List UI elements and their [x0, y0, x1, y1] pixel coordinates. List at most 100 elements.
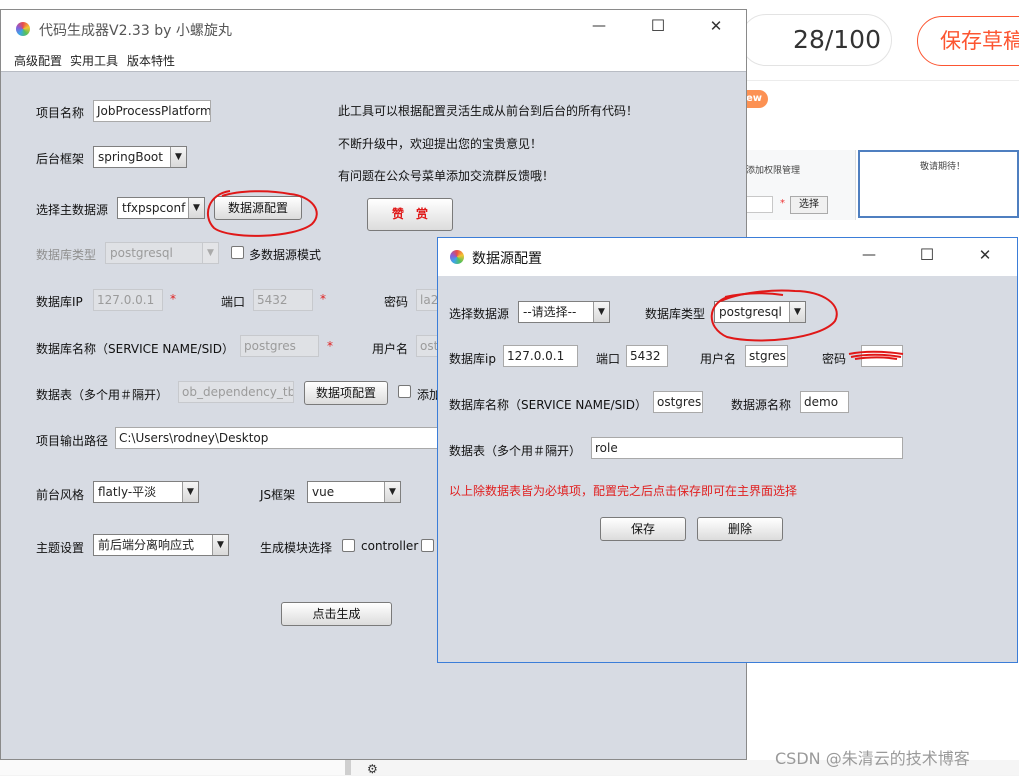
dialog-password-label: 密码	[822, 352, 847, 366]
save-button[interactable]: 保存	[600, 517, 686, 541]
dialog-db-name-label: 数据库名称（SERVICE NAME/SID）	[449, 398, 647, 412]
dialog-password-input[interactable]	[861, 345, 903, 367]
project-name-input[interactable]: JobProcessPlatform	[93, 100, 211, 122]
add-checkbox[interactable]	[398, 385, 411, 398]
menu-advanced[interactable]: 高级配置	[14, 52, 62, 69]
dialog-port-input[interactable]: 5432	[626, 345, 668, 367]
watermark: CSDN @朱清云的技术博客	[775, 749, 970, 768]
db-name-label: 数据库名称（SERVICE NAME/SID）	[36, 342, 234, 356]
theme-label: 主题设置	[36, 541, 85, 555]
db-type-label: 数据库类型	[36, 248, 97, 262]
dialog-db-ip-input[interactable]: 127.0.0.1	[503, 345, 578, 367]
main-datasource-label: 选择主数据源	[36, 203, 109, 217]
main-datasource-value: tfxpspconf	[122, 201, 186, 215]
select-datasource-select[interactable]: --请选择-- ▼	[518, 301, 610, 323]
generate-button[interactable]: 点击生成	[281, 602, 392, 626]
info-line-3: 有问题在公众号菜单添加交流群反馈哦！	[338, 169, 555, 183]
delete-button[interactable]: 删除	[697, 517, 783, 541]
table-config-button[interactable]: 数据项配置	[304, 381, 388, 405]
maximize-button[interactable]: ☐	[904, 245, 950, 264]
maximize-button[interactable]: ☐	[635, 16, 681, 35]
chevron-down-icon: ▼	[188, 198, 204, 218]
background-footer	[0, 760, 350, 775]
module-checkbox[interactable]	[421, 539, 434, 552]
datasource-dialog: 数据源配置 — ☐ ✕ 选择数据源 --请选择-- ▼ 数据库类型 postgr…	[437, 237, 1018, 663]
db-type-select: postgresql ▼	[105, 242, 219, 264]
required-note: 以上除数据表皆为必填项，配置完之后点击保存即可在主界面选择	[449, 484, 798, 498]
framework-select[interactable]: springBoot ▼	[93, 146, 187, 168]
project-name-label: 项目名称	[36, 106, 85, 120]
tables-label: 数据表（多个用＃隔开）	[36, 388, 169, 402]
chevron-down-icon: ▼	[789, 302, 805, 322]
word-counter: 28/100	[740, 14, 892, 66]
framework-select-value: springBoot	[98, 150, 163, 164]
info-line-1: 此工具可以根据配置灵活生成从前台到后台的所有代码！	[338, 104, 639, 118]
js-framework-select[interactable]: vue ▼	[307, 481, 401, 503]
tables-input: ob_dependency_tbl	[178, 381, 294, 403]
close-button[interactable]: ✕	[693, 17, 739, 35]
gear-icon[interactable]: ⚙	[367, 762, 378, 776]
controller-label: controller	[361, 539, 419, 553]
menu-separator	[1, 71, 746, 72]
js-framework-label: JS框架	[260, 488, 296, 502]
dialog-user-label: 用户名	[700, 352, 737, 366]
main-window-title: 代码生成器V2.33 by 小螺旋丸	[39, 23, 232, 39]
background-select-button[interactable]: 选择	[790, 196, 828, 214]
background-input[interactable]	[746, 196, 773, 213]
port-label: 端口	[221, 295, 246, 309]
output-path-input[interactable]: C:\Users\rodney\Desktop	[115, 427, 445, 449]
required-star: *	[320, 292, 326, 306]
user-label: 用户名	[372, 342, 409, 356]
style-select-value: flatly-平淡	[98, 485, 157, 499]
dialog-user-input[interactable]: stgres	[745, 345, 788, 367]
chevron-down-icon: ▼	[202, 243, 218, 263]
save-draft-button[interactable]: 保存草稿	[917, 16, 1019, 66]
app-icon	[450, 250, 464, 264]
menu-tools[interactable]: 实用工具	[70, 52, 118, 69]
dialog-db-type-label: 数据库类型	[645, 307, 706, 321]
theme-select-value: 前后端分离响应式	[98, 538, 195, 552]
menu-version[interactable]: 版本特性	[127, 52, 175, 69]
dialog-titlebar: 数据源配置 — ☐ ✕	[438, 238, 1017, 276]
port-input: 5432	[253, 289, 313, 311]
dialog-tables-label: 数据表（多个用＃隔开）	[449, 444, 582, 458]
word-counter-text: 28/100	[793, 25, 881, 54]
dialog-tables-input[interactable]: role	[591, 437, 903, 459]
select-datasource-value: --请选择--	[523, 305, 577, 319]
chevron-down-icon: ▼	[384, 482, 400, 502]
chevron-down-icon: ▼	[212, 535, 228, 555]
dialog-port-label: 端口	[596, 352, 621, 366]
new-badge: ew	[746, 90, 768, 108]
multi-datasource-checkbox[interactable]	[231, 246, 244, 259]
controller-checkbox[interactable]	[342, 539, 355, 552]
menu-bar: 高级配置 实用工具 版本特性	[1, 48, 746, 71]
close-button[interactable]: ✕	[962, 246, 1008, 264]
dialog-title: 数据源配置	[472, 251, 542, 267]
js-framework-value: vue	[312, 485, 335, 499]
dialog-db-type-value: postgresql	[719, 305, 782, 319]
select-datasource-label: 选择数据源	[449, 307, 510, 321]
main-datasource-select[interactable]: tfxpspconf ▼	[117, 197, 205, 219]
info-line-2: 不断升级中，欢迎提出您的宝贵意见！	[338, 137, 543, 151]
datasource-config-button[interactable]: 数据源配置	[214, 196, 302, 220]
dialog-db-ip-label: 数据库ip	[449, 352, 496, 366]
db-name-input: postgres	[240, 335, 319, 357]
divider	[746, 80, 1019, 81]
like-button[interactable]: 赞 赏	[367, 198, 453, 231]
style-select[interactable]: flatly-平淡 ▼	[93, 481, 199, 503]
required-star: *	[327, 339, 333, 353]
dialog-db-name-input[interactable]: ostgres	[653, 391, 703, 413]
dialog-db-type-select[interactable]: postgresql ▼	[714, 301, 806, 323]
permission-text: 添加权限管理	[746, 166, 801, 176]
dialog-ds-name-input[interactable]: demo	[800, 391, 849, 413]
minimize-button[interactable]: —	[576, 18, 622, 34]
main-titlebar: 代码生成器V2.33 by 小螺旋丸 — ☐ ✕	[1, 10, 746, 48]
db-ip-input: 127.0.0.1	[93, 289, 163, 311]
db-type-value: postgresql	[110, 246, 173, 260]
theme-select[interactable]: 前后端分离响应式 ▼	[93, 534, 229, 556]
db-ip-label: 数据库IP	[36, 295, 83, 309]
required-star: *	[780, 198, 785, 209]
chevron-down-icon: ▼	[593, 302, 609, 322]
minimize-button[interactable]: —	[846, 247, 892, 263]
output-path-label: 项目输出路径	[36, 434, 109, 448]
